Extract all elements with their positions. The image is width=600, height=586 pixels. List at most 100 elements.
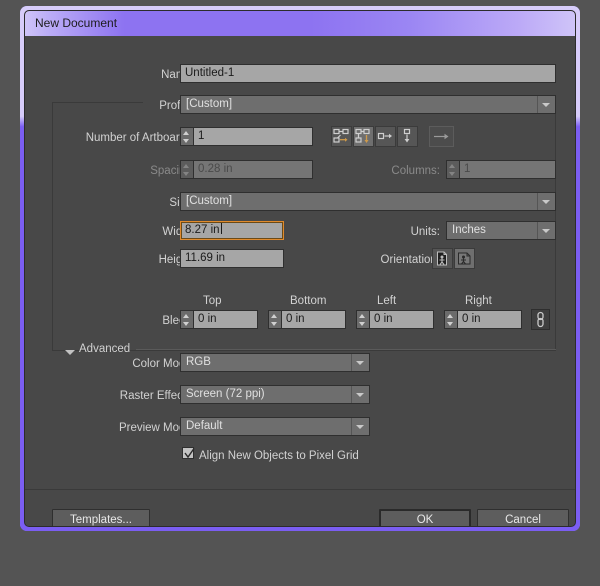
bleed-label: Bleed: <box>162 315 195 327</box>
bleed-bottom-value: 0 in <box>286 313 305 325</box>
cancel-button[interactable]: Cancel <box>477 509 569 526</box>
spacing-value: 0.28 in <box>198 163 233 175</box>
advanced-disclosure-triangle-icon[interactable] <box>65 350 75 355</box>
arrange-by-column-icon[interactable] <box>353 126 374 147</box>
templates-button[interactable]: Templates... <box>52 509 150 526</box>
width-value: 8.27 in <box>185 224 220 236</box>
ok-button[interactable]: OK <box>379 509 471 526</box>
chevron-down-icon[interactable] <box>351 418 369 435</box>
raster-effects-select[interactable]: Screen (72 ppi) <box>180 385 370 404</box>
stepper-up-icon[interactable] <box>357 311 368 319</box>
stepper-up-icon[interactable] <box>181 311 192 319</box>
align-pixel-grid-label[interactable]: Align New Objects to Pixel Grid <box>199 449 359 463</box>
advanced-header[interactable]: Advanced <box>79 343 130 355</box>
chevron-down-icon[interactable] <box>537 96 555 113</box>
dialog-body: Name: Untitled-1 Profile: [Custom] Numbe… <box>25 36 575 526</box>
profile-value: [Custom] <box>186 98 233 110</box>
profile-label: Profile: <box>159 100 195 112</box>
bleed-right-value: 0 in <box>462 313 481 325</box>
stepper-down-icon[interactable] <box>181 137 192 145</box>
artboards-input[interactable]: 1 <box>193 127 313 146</box>
columns-value: 1 <box>464 163 471 175</box>
bleed-top-label: Top <box>203 295 222 307</box>
chevron-down-icon[interactable] <box>351 354 369 371</box>
size-value: [Custom] <box>186 195 233 207</box>
artboards-value: 1 <box>198 130 205 142</box>
document-name-value: Untitled-1 <box>185 67 235 79</box>
units-select[interactable]: Inches <box>446 221 556 240</box>
spacing-stepper[interactable] <box>180 160 193 179</box>
change-to-right-to-left-layout-icon[interactable] <box>429 126 454 147</box>
checkmark-icon <box>184 448 195 459</box>
arrange-in-one-column-icon[interactable] <box>397 126 418 147</box>
bleed-right-label: Right <box>465 295 492 307</box>
stepper-up-icon[interactable] <box>269 311 280 319</box>
stepper-up-icon[interactable] <box>181 128 192 136</box>
screen: New Document Name: Untitled-1 Profile: [… <box>0 0 600 586</box>
chevron-down-icon[interactable] <box>537 193 555 210</box>
footer-divider <box>25 489 575 490</box>
text-caret <box>220 223 222 234</box>
height-value: 11.69 in <box>185 252 226 264</box>
bleed-bottom-input[interactable]: 0 in <box>281 310 346 329</box>
bleed-left-stepper[interactable] <box>356 310 369 329</box>
preview-mode-label: Preview Mode: <box>118 422 195 434</box>
bleed-top-input[interactable]: 0 in <box>193 310 258 329</box>
width-input[interactable]: 8.27 in <box>180 221 284 240</box>
dialog-titlebar[interactable]: New Document <box>25 11 575 36</box>
columns-input[interactable]: 1 <box>459 160 556 179</box>
color-mode-label: Color Mode: <box>132 358 195 370</box>
raster-effects-label: Raster Effects: <box>119 390 195 402</box>
stepper-up-icon[interactable] <box>447 161 458 169</box>
arrange-in-one-row-icon[interactable] <box>375 126 396 147</box>
bleed-top-stepper[interactable] <box>180 310 193 329</box>
chevron-down-icon[interactable] <box>351 386 369 403</box>
size-label: Size: <box>85 196 195 210</box>
dialog-title: New Document <box>35 16 118 30</box>
spacing-input[interactable]: 0.28 in <box>193 160 313 179</box>
arrange-by-row-icon[interactable] <box>331 126 352 147</box>
height-label: Height: <box>158 254 195 266</box>
columns-stepper[interactable] <box>446 160 459 179</box>
advanced-divider <box>136 349 556 350</box>
color-mode-value: RGB <box>186 356 211 368</box>
stepper-up-icon[interactable] <box>181 161 192 169</box>
artboards-stepper[interactable] <box>180 127 193 146</box>
height-input[interactable]: 11.69 in <box>180 249 284 268</box>
document-name-input[interactable]: Untitled-1 <box>180 64 556 83</box>
stepper-down-icon[interactable] <box>181 170 192 178</box>
profile-select[interactable]: [Custom] <box>180 95 556 114</box>
orientation-portrait-icon[interactable] <box>432 248 453 269</box>
dialog-inner: New Document Name: Untitled-1 Profile: [… <box>24 10 576 527</box>
stepper-down-icon[interactable] <box>269 320 280 328</box>
artboards-label: Number of Artboards: <box>85 132 195 144</box>
new-document-dialog: New Document Name: Untitled-1 Profile: [… <box>20 6 580 531</box>
orientation-landscape-icon[interactable] <box>454 248 475 269</box>
align-pixel-grid-checkbox[interactable] <box>182 447 195 459</box>
stepper-down-icon[interactable] <box>181 320 192 328</box>
width-label: Width: <box>162 226 195 238</box>
link-bleed-values-icon[interactable] <box>531 309 550 330</box>
units-value: Inches <box>452 224 486 236</box>
bleed-right-input[interactable]: 0 in <box>457 310 522 329</box>
chevron-down-icon[interactable] <box>537 222 555 239</box>
bleed-left-label: Left <box>377 295 397 307</box>
bleed-right-stepper[interactable] <box>444 310 457 329</box>
raster-effects-value: Screen (72 ppi) <box>186 388 265 400</box>
name-label: Name: <box>161 69 195 81</box>
size-select[interactable]: [Custom] <box>180 192 556 211</box>
bleed-bottom-label: Bottom <box>290 295 327 307</box>
bleed-left-value: 0 in <box>374 313 393 325</box>
orientation-label: Orientation: <box>380 254 440 266</box>
units-label: Units: <box>410 226 440 238</box>
columns-label: Columns: <box>391 165 440 177</box>
bleed-bottom-stepper[interactable] <box>268 310 281 329</box>
color-mode-select[interactable]: RGB <box>180 353 370 372</box>
bleed-left-input[interactable]: 0 in <box>369 310 434 329</box>
stepper-down-icon[interactable] <box>445 320 456 328</box>
stepper-down-icon[interactable] <box>357 320 368 328</box>
stepper-down-icon[interactable] <box>447 170 458 178</box>
preview-mode-value: Default <box>186 420 223 432</box>
stepper-up-icon[interactable] <box>445 311 456 319</box>
preview-mode-select[interactable]: Default <box>180 417 370 436</box>
